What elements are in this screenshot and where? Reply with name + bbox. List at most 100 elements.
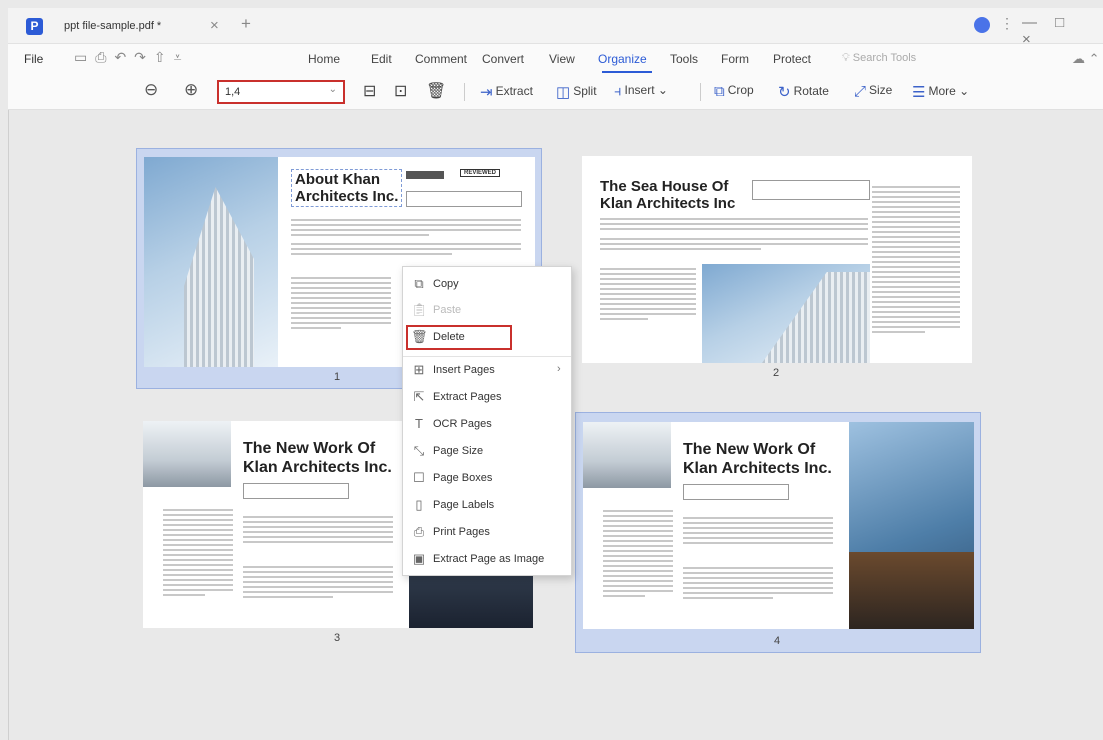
tab-home[interactable]: Home	[308, 52, 340, 66]
split-button[interactable]: ◫ Split	[556, 83, 597, 101]
more-icon: ☰	[912, 84, 926, 101]
menu-item-insert-pages[interactable]: ⊞ Insert Pages ›	[403, 359, 571, 383]
menu-item-extract-page-as-image-label: Extract Page as Image	[433, 553, 545, 565]
undo-icon[interactable]: ↶	[114, 49, 134, 65]
title-bar: P ppt file-sample.pdf * × + ⋮ — □ ×	[8, 8, 1103, 48]
crop-label: Crop	[727, 83, 754, 97]
tab-comment[interactable]: Comment	[415, 52, 467, 66]
page-boxes-icon: ☐	[413, 470, 425, 485]
page-content: The New Work Of Klan Architects Inc.	[583, 422, 974, 629]
save-icon[interactable]: ▭	[74, 49, 95, 65]
minimize-button[interactable]: —	[1022, 14, 1037, 31]
page-thumbnail-4[interactable]: The New Work Of Klan Architects Inc. 4	[575, 412, 981, 653]
tower-image	[184, 187, 254, 367]
page-title: The New Work Of Klan Architects Inc.	[683, 440, 832, 478]
tab-protect[interactable]: Protect	[773, 52, 811, 66]
page-labels-icon: ▯	[415, 497, 423, 512]
trash-icon: 🗑︎	[411, 329, 428, 344]
split-label: Split	[573, 84, 597, 98]
page-thumbnail-2[interactable]: The Sea House Of Klan Architects Inc 2	[582, 156, 972, 381]
chevron-right-icon: ›	[557, 363, 561, 375]
copy-icon: ⧉	[414, 276, 424, 291]
size-button[interactable]: ⤢ Size	[854, 83, 892, 100]
quick-access-toolbar: ▭⎙↶↷⇧⩡	[74, 49, 190, 66]
page-size-icon: ⤡	[413, 443, 425, 458]
insert-page-icon[interactable]: ⊟	[363, 81, 376, 101]
body-text	[603, 510, 673, 600]
menu-item-page-size[interactable]: ⤡ Page Size	[403, 440, 571, 464]
replace-page-icon[interactable]: ⊡	[394, 81, 407, 101]
menu-item-extract-pages-label: Extract Pages	[433, 391, 502, 403]
info-table	[243, 483, 349, 499]
maximize-button[interactable]: □	[1055, 14, 1064, 31]
document-tab[interactable]: ppt file-sample.pdf * ×	[52, 14, 234, 40]
menu-item-page-boxes[interactable]: ☐ Page Boxes	[403, 467, 571, 491]
zoom-out-icon[interactable]: ⊖	[144, 80, 158, 100]
page-range-input[interactable]: 1,4 ⌄	[217, 80, 345, 104]
menu-item-ocr-pages[interactable]: T OCR Pages	[403, 413, 571, 437]
menu-item-print-pages-label: Print Pages	[433, 526, 490, 538]
page-title: The Sea House Of Klan Architects Inc	[600, 178, 735, 212]
menu-item-extract-pages[interactable]: ⇱ Extract Pages	[403, 386, 571, 410]
info-table	[683, 484, 789, 500]
file-menu[interactable]: File	[24, 52, 43, 66]
size-label: Size	[869, 83, 893, 97]
menu-bar: File ▭⎙↶↷⇧⩡ Home Edit Comment Convert Vi…	[8, 44, 1103, 74]
menu-item-page-labels[interactable]: ▯ Page Labels	[403, 494, 571, 518]
building-photo	[702, 264, 870, 363]
body-text	[600, 218, 868, 233]
avatar[interactable]	[974, 17, 990, 33]
chevron-down-icon[interactable]: ⌄	[329, 84, 337, 95]
organize-toolbar: ⊖ ⊕ 1,4 ⌄ ⊟ ⊡ 🗑︎ ⇥ Extract ◫ Split ⫞ Insert…	[8, 74, 1103, 110]
page-title-line-2: Architects Inc.	[295, 188, 399, 205]
rotate-icon: ↻	[778, 84, 791, 101]
search-tools[interactable]: 💡︎ Search Tools	[842, 52, 916, 65]
extract-button[interactable]: ⇥ Extract	[480, 83, 533, 101]
tab-view[interactable]: View	[549, 52, 575, 66]
insert-button[interactable]: ⫞ Insert ⌄	[614, 83, 668, 100]
menu-item-print-pages[interactable]: ⎙ Print Pages	[403, 521, 571, 545]
menu-item-delete[interactable]: 🗑︎ Delete	[403, 326, 571, 350]
tab-form[interactable]: Form	[721, 52, 749, 66]
active-tab-indicator	[602, 71, 652, 73]
redo-icon[interactable]: ↷	[134, 49, 154, 65]
tab-organize[interactable]: Organize	[598, 52, 647, 66]
logo-mark	[406, 171, 444, 179]
menu-item-extract-page-as-image[interactable]: ▣ Extract Page as Image	[403, 548, 571, 572]
more-options-icon[interactable]: ⋮	[1000, 15, 1014, 32]
page-title-line-1: The New Work Of	[243, 440, 376, 457]
page-title-line-1: About Khan	[295, 171, 380, 188]
rotate-button[interactable]: ↻ Rotate	[778, 83, 829, 101]
menu-item-copy-label: Copy	[433, 278, 459, 290]
reviewed-badge: REVIEWED	[460, 169, 501, 177]
menu-divider	[403, 356, 571, 357]
info-table	[752, 180, 870, 200]
menu-item-ocr-pages-label: OCR Pages	[433, 418, 492, 430]
share-icon[interactable]: ⇧	[154, 49, 174, 65]
delete-page-icon[interactable]: 🗑︎	[426, 81, 446, 101]
more-button[interactable]: ☰ More ⌄	[912, 83, 969, 101]
body-text	[683, 567, 833, 602]
menu-item-paste[interactable]: 📋︎ Paste	[403, 299, 571, 323]
cloud-icon[interactable]: ☁ ⌃	[1072, 51, 1100, 67]
ocr-icon: T	[415, 416, 423, 431]
print-icon[interactable]: ⎙	[95, 49, 114, 65]
tab-tools[interactable]: Tools	[670, 52, 698, 66]
customize-icon[interactable]: ⩡	[174, 49, 190, 65]
rotate-label: Rotate	[793, 84, 829, 98]
new-tab-button[interactable]: +	[241, 14, 251, 34]
search-tools-label: Search Tools	[852, 52, 917, 64]
tab-convert[interactable]: Convert	[482, 52, 524, 66]
tower-image	[762, 272, 870, 363]
building-photo	[583, 422, 671, 488]
menu-item-copy[interactable]: ⧉ Copy	[403, 273, 571, 297]
close-tab-icon[interactable]: ×	[210, 17, 219, 34]
extract-icon: ⇥	[480, 84, 493, 101]
body-text	[291, 243, 521, 258]
building-photo	[849, 422, 974, 629]
page-title: The New Work Of Klan Architects Inc.	[243, 439, 392, 477]
tab-edit[interactable]: Edit	[371, 52, 392, 66]
crop-button[interactable]: ⧉ Crop	[714, 83, 754, 100]
print-icon: ⎙	[413, 524, 425, 539]
zoom-in-icon[interactable]: ⊕	[184, 80, 198, 100]
